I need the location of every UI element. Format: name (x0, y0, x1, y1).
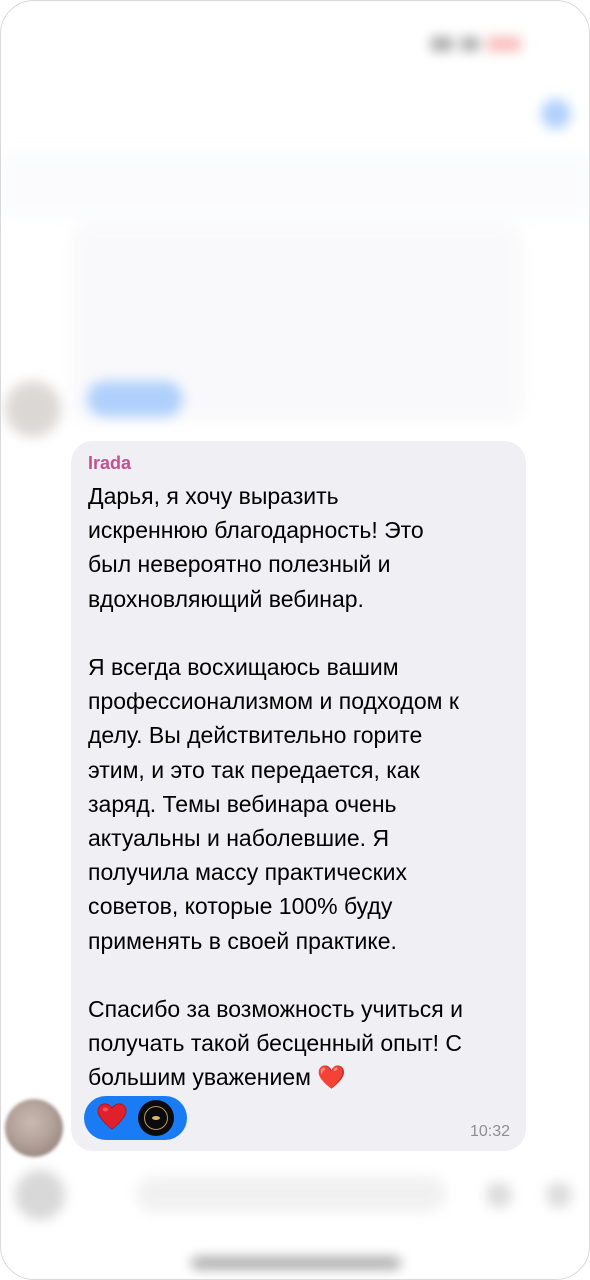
pinned-message-bar[interactable] (1, 151, 589, 221)
sticker-icon[interactable] (486, 1182, 512, 1208)
reactor-avatar[interactable] (138, 1100, 174, 1136)
message-line: применять в своей практике. (88, 927, 397, 954)
red-heart-icon[interactable] (97, 1102, 127, 1132)
message-line: Спасибо за возможность учиться и (88, 996, 463, 1023)
message-line: делу. Вы действительно горите (88, 722, 423, 749)
message-line: заряд. Темы вебинара очень (88, 790, 397, 817)
status-bar (1, 29, 589, 63)
message-timestamp: 10:32 (469, 1123, 510, 1140)
microphone-icon[interactable] (546, 1182, 572, 1208)
message-line: этим, и это так передается, как (88, 756, 420, 783)
message-line: получила массу практических (88, 859, 408, 886)
message-text: Дарья, я хочу выразить искреннюю благода… (88, 479, 518, 1095)
navigation-bar (1, 89, 589, 145)
input-avatar[interactable] (15, 1170, 65, 1220)
home-indicator (191, 1257, 401, 1269)
message-input-bar (1, 1166, 589, 1226)
phone-screen: Irada Дарья, я хочу выразить искреннюю б… (0, 0, 590, 1280)
status-icons (431, 37, 541, 55)
message-line: искреннюю благодарность! Это (88, 517, 424, 544)
reactions-pill[interactable] (84, 1096, 187, 1140)
previous-message-bubble[interactable] (71, 223, 523, 423)
heart-emoji: ❤️ (317, 1064, 346, 1091)
message-line: вдохновляющий вебинар. (88, 585, 364, 612)
message-input[interactable] (136, 1176, 446, 1212)
message-line: получать такой бесценный опыт! С (88, 1030, 463, 1057)
sender-name[interactable]: Irada (88, 453, 131, 474)
previous-reactions[interactable] (87, 381, 183, 417)
message-line: был невероятно полезный и (88, 551, 391, 578)
message-line: советов, которые 100% буду (88, 893, 393, 920)
chat-avatar-button[interactable] (541, 99, 571, 129)
message-line: профессионализмом и подходом к (88, 688, 459, 715)
message-line: актуальны и наболевшие. Я (88, 825, 390, 852)
message-line: большим уважением (88, 1064, 311, 1091)
message-line: Я всегда восхищаюсь вашим (88, 654, 399, 680)
message-bubble[interactable]: Irada Дарья, я хочу выразить искреннюю б… (71, 441, 526, 1151)
message-line: Дарья, я хочу выразить (88, 483, 339, 509)
message-line-last: большим уважением ❤️ (88, 1060, 518, 1094)
sender-avatar[interactable] (5, 1099, 63, 1157)
reactor-avatar-eye (152, 1116, 160, 1120)
previous-sender-avatar[interactable] (5, 381, 61, 437)
